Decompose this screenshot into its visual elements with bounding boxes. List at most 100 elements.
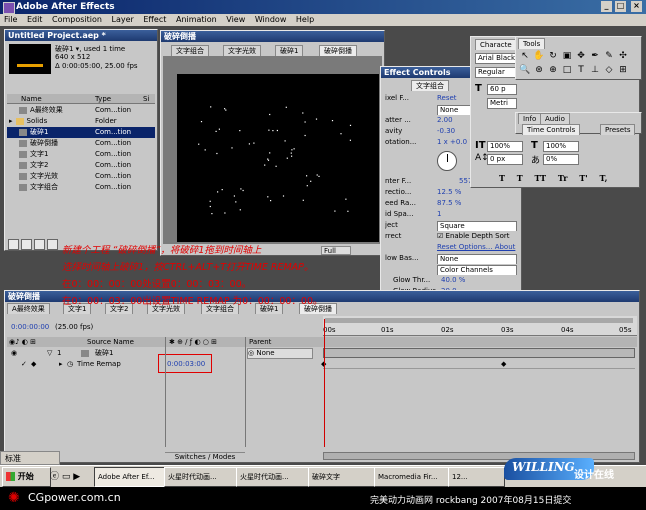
menu-view[interactable]: View xyxy=(226,15,245,24)
visibility-icon[interactable]: ◉ xyxy=(11,348,17,358)
rotation-dial[interactable] xyxy=(437,151,457,171)
selection-tool-icon[interactable]: ↖ xyxy=(519,50,531,62)
menu-edit[interactable]: Edit xyxy=(27,15,43,24)
list-item[interactable]: 文字光效 Com...tion xyxy=(7,171,155,182)
property-track[interactable]: ◆ ◆ xyxy=(321,359,635,369)
menu-composition[interactable]: Composition xyxy=(52,15,102,24)
column-size[interactable]: Si xyxy=(143,94,149,104)
hand-tool-icon[interactable]: ✋ xyxy=(533,50,545,62)
taskbar-item-folder[interactable]: 破碎文字 xyxy=(308,467,377,487)
color-channels-dropdown[interactable]: Color Channels xyxy=(437,265,517,275)
reset-link[interactable]: Reset xyxy=(437,93,457,104)
track-tool-icon[interactable]: ⊕ xyxy=(547,64,559,76)
media-icon[interactable]: ▶ xyxy=(73,472,80,482)
desktop-icon[interactable]: ▭ xyxy=(62,472,71,482)
new-folder-icon[interactable] xyxy=(21,239,32,250)
layer-duration-bar[interactable] xyxy=(323,348,635,358)
expand-arrow-icon[interactable]: ▸ xyxy=(9,117,13,125)
keyframe-diamond[interactable]: ◆ xyxy=(501,360,506,368)
tab-comp-3[interactable]: 破碎1 xyxy=(275,45,304,56)
pen-tool-icon[interactable]: ✒ xyxy=(589,50,601,62)
column-name[interactable]: Name xyxy=(21,94,42,104)
list-item[interactable]: 文字2 Com...tion xyxy=(7,160,155,171)
column-parent[interactable]: Parent xyxy=(249,337,271,347)
switches-modes-button[interactable]: Switches / Modes xyxy=(165,452,245,461)
font-style-dropdown[interactable]: Regular xyxy=(475,67,519,78)
menu-effect[interactable]: Effect xyxy=(143,15,166,24)
all-caps-button[interactable]: TT xyxy=(535,173,547,183)
list-item[interactable]: 文字1 Com...tion xyxy=(7,149,155,160)
tab-presets[interactable]: Presets xyxy=(600,124,636,135)
superscript-button[interactable]: T' xyxy=(579,173,587,183)
text-tool-icon[interactable]: T xyxy=(575,64,587,76)
camera-tool-icon[interactable]: ▣ xyxy=(561,50,573,62)
object-dropdown[interactable]: Square xyxy=(437,221,517,231)
taskbar-item-after-effects[interactable]: Adobe After Ef... xyxy=(94,467,167,487)
find-icon[interactable] xyxy=(8,239,19,250)
work-area-bar[interactable] xyxy=(325,318,633,323)
trash-icon[interactable] xyxy=(47,239,58,250)
list-item[interactable]: ▸ Solids Folder xyxy=(7,116,155,127)
maximize-button[interactable]: □ xyxy=(615,1,626,12)
list-item[interactable]: 破碎倒播 Com...tion xyxy=(7,138,155,149)
menu-layer[interactable]: Layer xyxy=(112,15,134,24)
rect-mask-icon[interactable]: □ xyxy=(561,64,573,76)
font-size-field[interactable]: 60 p xyxy=(487,84,517,95)
minimize-button[interactable]: _ xyxy=(601,1,612,12)
eraser-tool-icon[interactable]: ◇ xyxy=(603,64,615,76)
zoom-tool-icon[interactable]: 🔍 xyxy=(519,64,531,76)
horizontal-scale-field[interactable]: 100% xyxy=(543,141,579,152)
stopwatch-icon[interactable]: ✓ xyxy=(21,359,27,369)
taskbar-item-fireworks[interactable]: Macromedia Fir... xyxy=(374,467,451,487)
depth-sort-checkbox[interactable]: ☑ Enable Depth Sort xyxy=(437,231,509,242)
list-item[interactable]: 文字组合 Com...tion xyxy=(7,182,155,193)
puppet-tool-icon[interactable]: ✣ xyxy=(617,50,629,62)
list-item[interactable]: A最终效果 Com...tion xyxy=(7,105,155,116)
subscript-button[interactable]: T, xyxy=(600,173,608,183)
tab-comp-1[interactable]: 文字组合 xyxy=(171,45,209,56)
keyframe-nav-icon[interactable]: ◆ xyxy=(31,359,36,369)
time-remap-stopwatch-icon[interactable]: ◷ xyxy=(67,359,73,369)
comp-canvas[interactable] xyxy=(177,74,379,242)
grid-spacing-value[interactable]: 1 xyxy=(437,209,441,220)
tab-tools[interactable]: Tools xyxy=(518,38,546,49)
property-expand-icon[interactable]: ▸ xyxy=(59,359,63,369)
menu-file[interactable]: File xyxy=(4,15,17,24)
taskbar-item-other[interactable]: 12... xyxy=(448,467,505,487)
menu-help[interactable]: Help xyxy=(296,15,314,24)
layer-name[interactable]: 破碎1 xyxy=(95,348,113,358)
tab-timeline-1[interactable]: A最终效果 xyxy=(7,303,50,314)
gravity-value[interactable]: -0.30 xyxy=(437,126,455,137)
rotation-value[interactable]: 1 x +0.0 ° xyxy=(437,137,473,148)
tab-audio[interactable]: Audio xyxy=(540,113,570,124)
kerning-field[interactable]: Metri xyxy=(487,98,517,109)
small-caps-button[interactable]: Tr xyxy=(558,173,568,183)
taskbar-item-browser-2[interactable]: 火星时代动画... xyxy=(236,467,311,487)
column-source-name[interactable]: Source Name xyxy=(87,337,134,347)
pan-behind-icon[interactable]: ✥ xyxy=(575,50,587,62)
parent-dropdown[interactable]: ◎ None xyxy=(247,348,313,359)
options-links[interactable]: Reset Options... About xyxy=(437,242,515,253)
orbit-tool-icon[interactable]: ⊛ xyxy=(533,64,545,76)
browser-icon[interactable]: ⓔ xyxy=(50,472,59,482)
vertical-scale-field[interactable]: 100% xyxy=(487,141,523,152)
tab-info[interactable]: Info xyxy=(518,113,542,124)
taskbar-item-browser-1[interactable]: 火星时代动画... xyxy=(164,467,239,487)
tab-comp-2[interactable]: 文字光效 xyxy=(223,45,261,56)
tab-character[interactable]: Characte xyxy=(475,39,517,50)
direction-value[interactable]: 12.5 % xyxy=(437,187,461,198)
tab-time-controls[interactable]: Time Controls xyxy=(522,124,581,135)
tab-comp-4[interactable]: 破碎倒播 xyxy=(319,45,357,56)
close-button[interactable]: × xyxy=(631,1,642,12)
rotate-tool-icon[interactable]: ↻ xyxy=(547,50,559,62)
comp-zoom-dropdown[interactable]: Full xyxy=(321,246,351,255)
new-comp-icon[interactable] xyxy=(34,239,45,250)
tsume-field[interactable]: 0% xyxy=(543,154,579,165)
list-item[interactable]: 破碎1 Com...tion xyxy=(7,127,155,138)
glow-threshold-value[interactable]: 40.0 % xyxy=(441,275,465,286)
timeline-ruler[interactable]: 00s 01s 02s 03s 04s 05s xyxy=(323,316,637,336)
brush-tool-icon[interactable]: ✎ xyxy=(603,50,615,62)
baseline-shift-field[interactable]: 0 px xyxy=(487,154,523,165)
current-time-indicator[interactable] xyxy=(324,319,325,447)
menu-window[interactable]: Window xyxy=(255,15,287,24)
